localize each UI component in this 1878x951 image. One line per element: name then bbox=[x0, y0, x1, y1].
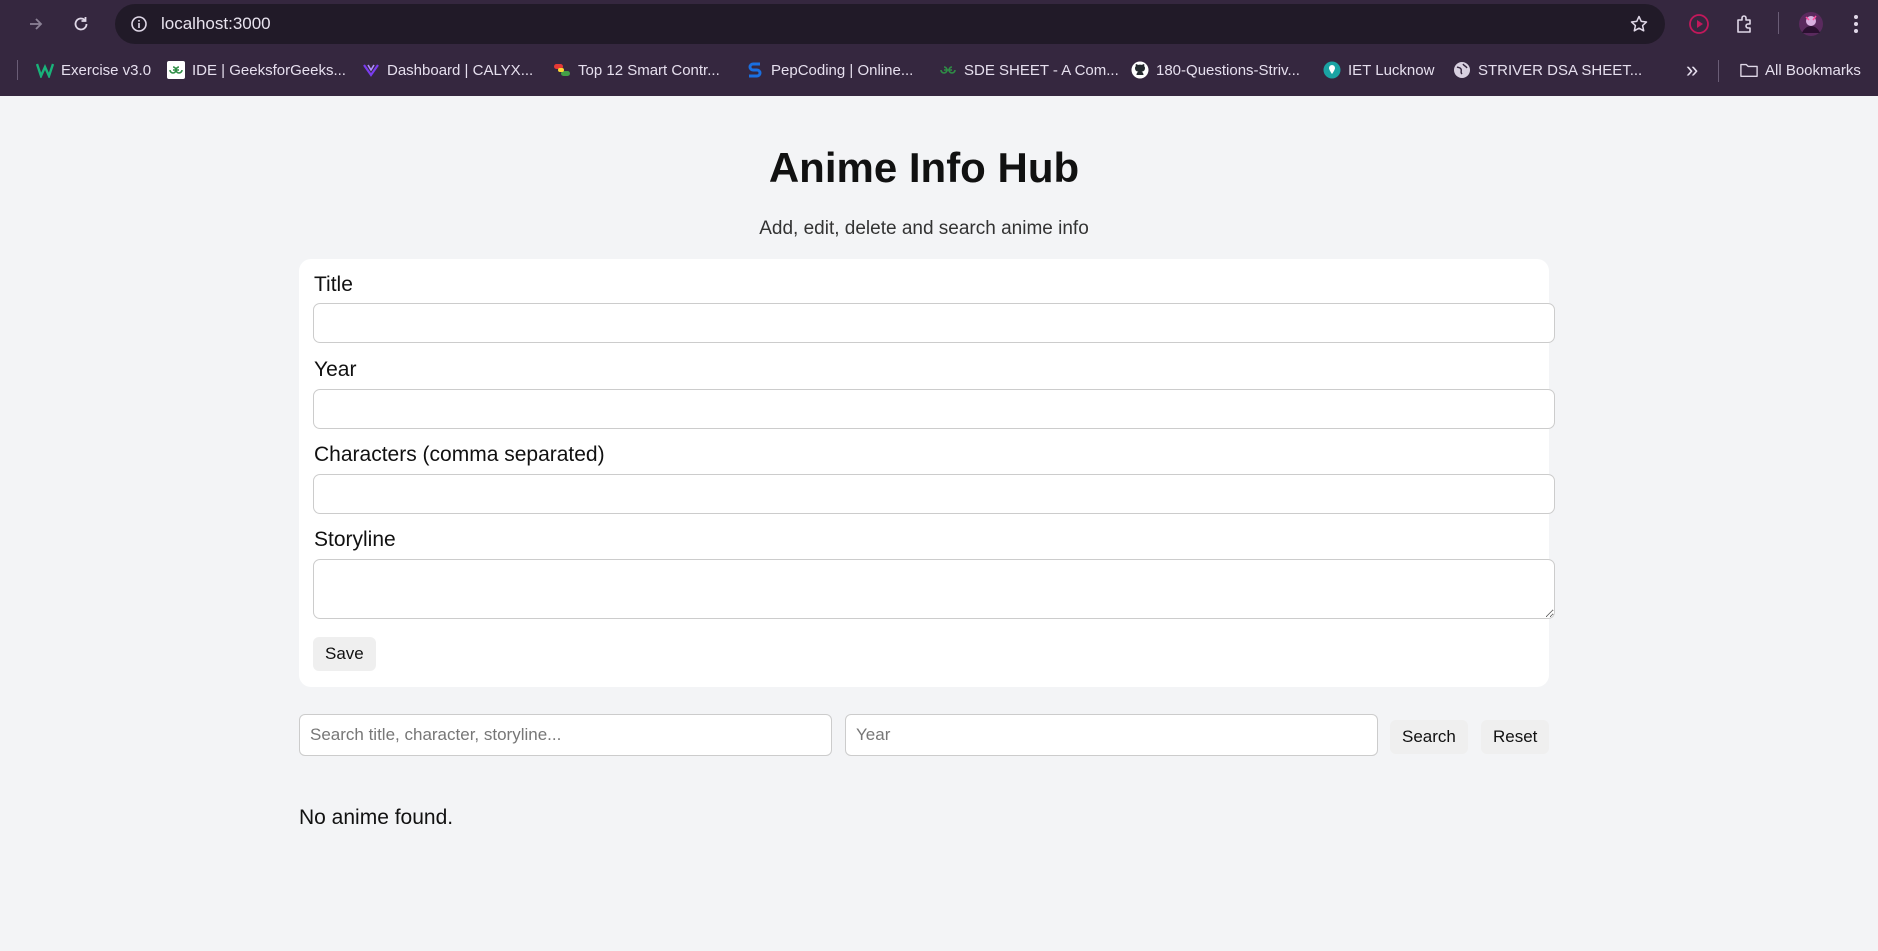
bookmark-calyx[interactable]: Dashboard | CALYX... bbox=[362, 58, 533, 82]
more-bookmarks-button[interactable]: » bbox=[1686, 57, 1699, 82]
bookmark-ide-gfg[interactable]: IDE | GeeksforGeeks... bbox=[167, 58, 346, 82]
anime-form-card: Title Year Characters (comma separated) … bbox=[299, 259, 1555, 687]
address-bar[interactable]: localhost:3000 bbox=[115, 4, 1665, 44]
w-logo-icon bbox=[36, 61, 54, 79]
title-label: Title bbox=[314, 273, 353, 296]
storyline-label: Storyline bbox=[314, 528, 396, 551]
no-results-message: No anime found. bbox=[299, 806, 454, 829]
chevron-double-right-icon: » bbox=[1686, 57, 1699, 82]
bookmark-iet-lucknow[interactable]: IET Lucknow bbox=[1323, 58, 1434, 82]
gfg-icon bbox=[939, 61, 957, 79]
url-text[interactable]: localhost:3000 bbox=[161, 14, 271, 34]
bookmarks-divider bbox=[1718, 60, 1719, 82]
bookmark-sde-sheet[interactable]: SDE SHEET - A Com... bbox=[939, 58, 1119, 82]
reset-button[interactable]: Reset bbox=[1481, 720, 1550, 754]
characters-label: Characters (comma separated) bbox=[314, 443, 605, 466]
bookmarks-bar: Exercise v3.0 IDE | GeeksforGeeks... Das… bbox=[0, 48, 1878, 92]
bookmark-180-questions[interactable]: 180-Questions-Striv... bbox=[1131, 58, 1300, 82]
storyline-textarea[interactable] bbox=[313, 559, 1555, 619]
search-button[interactable]: Search bbox=[1390, 720, 1468, 754]
search-input[interactable] bbox=[299, 714, 832, 756]
folder-icon bbox=[1740, 61, 1758, 79]
bookmark-label: IET Lucknow bbox=[1348, 61, 1435, 79]
page-title: Anime Info Hub bbox=[768, 144, 1080, 191]
bookmark-label: Top 12 Smart Contr... bbox=[578, 61, 720, 79]
pills-icon bbox=[553, 61, 571, 79]
reload-icon[interactable] bbox=[67, 10, 95, 38]
save-button[interactable]: Save bbox=[313, 637, 376, 671]
bookmark-label: PepCoding | Online... bbox=[771, 61, 914, 79]
title-input[interactable] bbox=[313, 303, 1555, 343]
all-bookmarks-button[interactable]: All Bookmarks bbox=[1740, 58, 1861, 82]
gfg-icon bbox=[167, 61, 185, 79]
bookmark-label: IDE | GeeksforGeeks... bbox=[192, 61, 346, 79]
bookmark-label: Dashboard | CALYX... bbox=[387, 61, 534, 79]
extensions-puzzle-icon[interactable] bbox=[1731, 10, 1759, 38]
browser-toolbar: localhost:3000 bbox=[0, 0, 1878, 48]
bookmark-label: 180-Questions-Striv... bbox=[1156, 61, 1300, 79]
browser-chrome: localhost:3000 Exercise v3.0 IDE | Geeks… bbox=[0, 0, 1878, 96]
forward-icon[interactable] bbox=[22, 10, 50, 38]
bookmark-exercise[interactable]: Exercise v3.0 bbox=[36, 58, 151, 82]
iet-icon bbox=[1323, 61, 1341, 79]
bookmark-pepcoding[interactable]: PepCoding | Online... bbox=[746, 58, 913, 82]
year-search-input[interactable] bbox=[845, 714, 1378, 756]
bookmark-label: STRIVER DSA SHEET... bbox=[1478, 61, 1643, 79]
bookmarks-divider bbox=[17, 60, 18, 80]
pepcoding-icon bbox=[746, 61, 764, 79]
bookmark-label: SDE SHEET - A Com... bbox=[964, 61, 1119, 79]
site-info-icon[interactable] bbox=[127, 12, 151, 36]
profile-avatar[interactable] bbox=[1797, 10, 1825, 38]
bookmark-label: Exercise v3.0 bbox=[61, 61, 152, 79]
globe-icon bbox=[1453, 61, 1471, 79]
all-bookmarks-label: All Bookmarks bbox=[1765, 61, 1861, 79]
browser-menu-icon[interactable] bbox=[1842, 10, 1870, 38]
bookmark-star-icon[interactable] bbox=[1627, 12, 1651, 36]
toolbar-divider bbox=[1778, 12, 1779, 34]
github-icon bbox=[1131, 61, 1149, 79]
characters-input[interactable] bbox=[313, 474, 1555, 514]
bookmark-smart-contracts[interactable]: Top 12 Smart Contr... bbox=[553, 58, 720, 82]
bookmark-striver-dsa[interactable]: STRIVER DSA SHEET... bbox=[1453, 58, 1642, 82]
calyx-icon bbox=[362, 61, 380, 79]
extension-record-icon[interactable] bbox=[1685, 10, 1713, 38]
page-subtitle: Add, edit, delete and search anime info bbox=[759, 218, 1089, 239]
year-label: Year bbox=[314, 358, 357, 381]
year-input[interactable] bbox=[313, 389, 1555, 429]
